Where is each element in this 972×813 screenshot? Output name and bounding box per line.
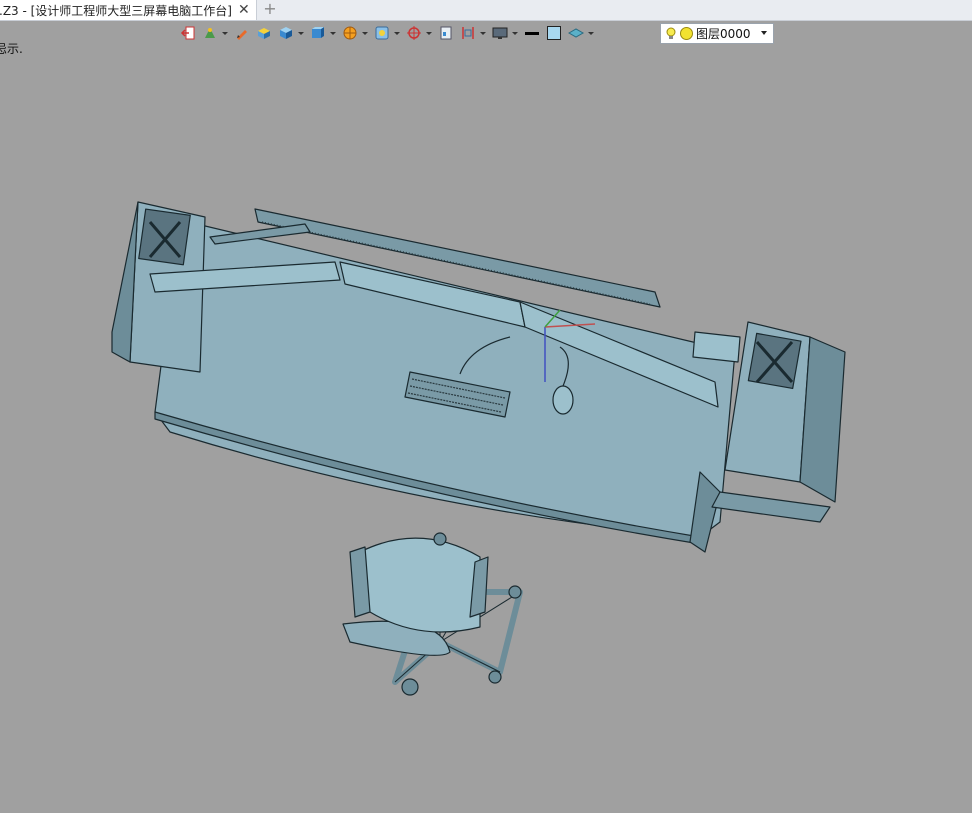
- cube-icon: [280, 27, 292, 39]
- undo-view-icon: [180, 26, 195, 40]
- render-icon: [375, 26, 389, 40]
- grid-button[interactable]: [436, 23, 456, 43]
- shading-dropdown[interactable]: [200, 23, 230, 43]
- layers-icon: [568, 28, 584, 38]
- pencil-icon: [237, 30, 247, 40]
- mouse: [552, 385, 574, 415]
- target-icon: [407, 26, 421, 40]
- monitor-icon: [492, 27, 508, 39]
- add-tab-icon[interactable]: +: [263, 0, 277, 20]
- undo-view-button[interactable]: [178, 23, 198, 43]
- desk-model: [111, 201, 846, 696]
- solid-button[interactable]: [254, 23, 274, 43]
- layer-select[interactable]: 图层0000: [660, 23, 774, 44]
- layer-name: 图层0000: [696, 27, 751, 41]
- view-toolbar: [178, 22, 598, 44]
- shading-icon: [205, 28, 215, 38]
- lightbulb-icon: [666, 27, 676, 39]
- document-tab[interactable]: .Z3 - [设计师工程师大型三屏幕电脑工作台] ✕: [0, 0, 257, 20]
- cube-dropdown[interactable]: [276, 23, 306, 43]
- solid-icon: [258, 28, 270, 39]
- document-tab-bar: .Z3 - [设计师工程师大型三屏幕电脑工作台] ✕ +: [0, 0, 972, 21]
- fill-color-button[interactable]: [544, 23, 564, 43]
- frame-icon: [462, 27, 474, 39]
- 3d-viewport[interactable]: [0, 52, 972, 813]
- view-cube-dropdown[interactable]: [308, 23, 338, 43]
- fill-color-icon: [547, 26, 561, 40]
- section-icon: [343, 26, 357, 40]
- close-tab-icon[interactable]: ✕: [238, 3, 250, 17]
- line-color-icon: [525, 32, 539, 35]
- frame-dropdown[interactable]: [458, 23, 488, 43]
- render-dropdown[interactable]: [372, 23, 402, 43]
- grid-icon: [440, 26, 452, 40]
- layer-color-swatch: [680, 27, 693, 40]
- chevron-down-icon: [761, 31, 767, 35]
- view-cube-icon: [312, 27, 324, 38]
- display-dropdown[interactable]: [490, 23, 520, 43]
- layer-visibility-dropdown[interactable]: [566, 23, 596, 43]
- line-color-button[interactable]: [522, 23, 542, 43]
- document-tab-title: .Z3 - [设计师工程师大型三屏幕电脑工作台]: [0, 3, 232, 18]
- section-dropdown[interactable]: [340, 23, 370, 43]
- draw-button[interactable]: [232, 23, 252, 43]
- zoom-dropdown[interactable]: [404, 23, 434, 43]
